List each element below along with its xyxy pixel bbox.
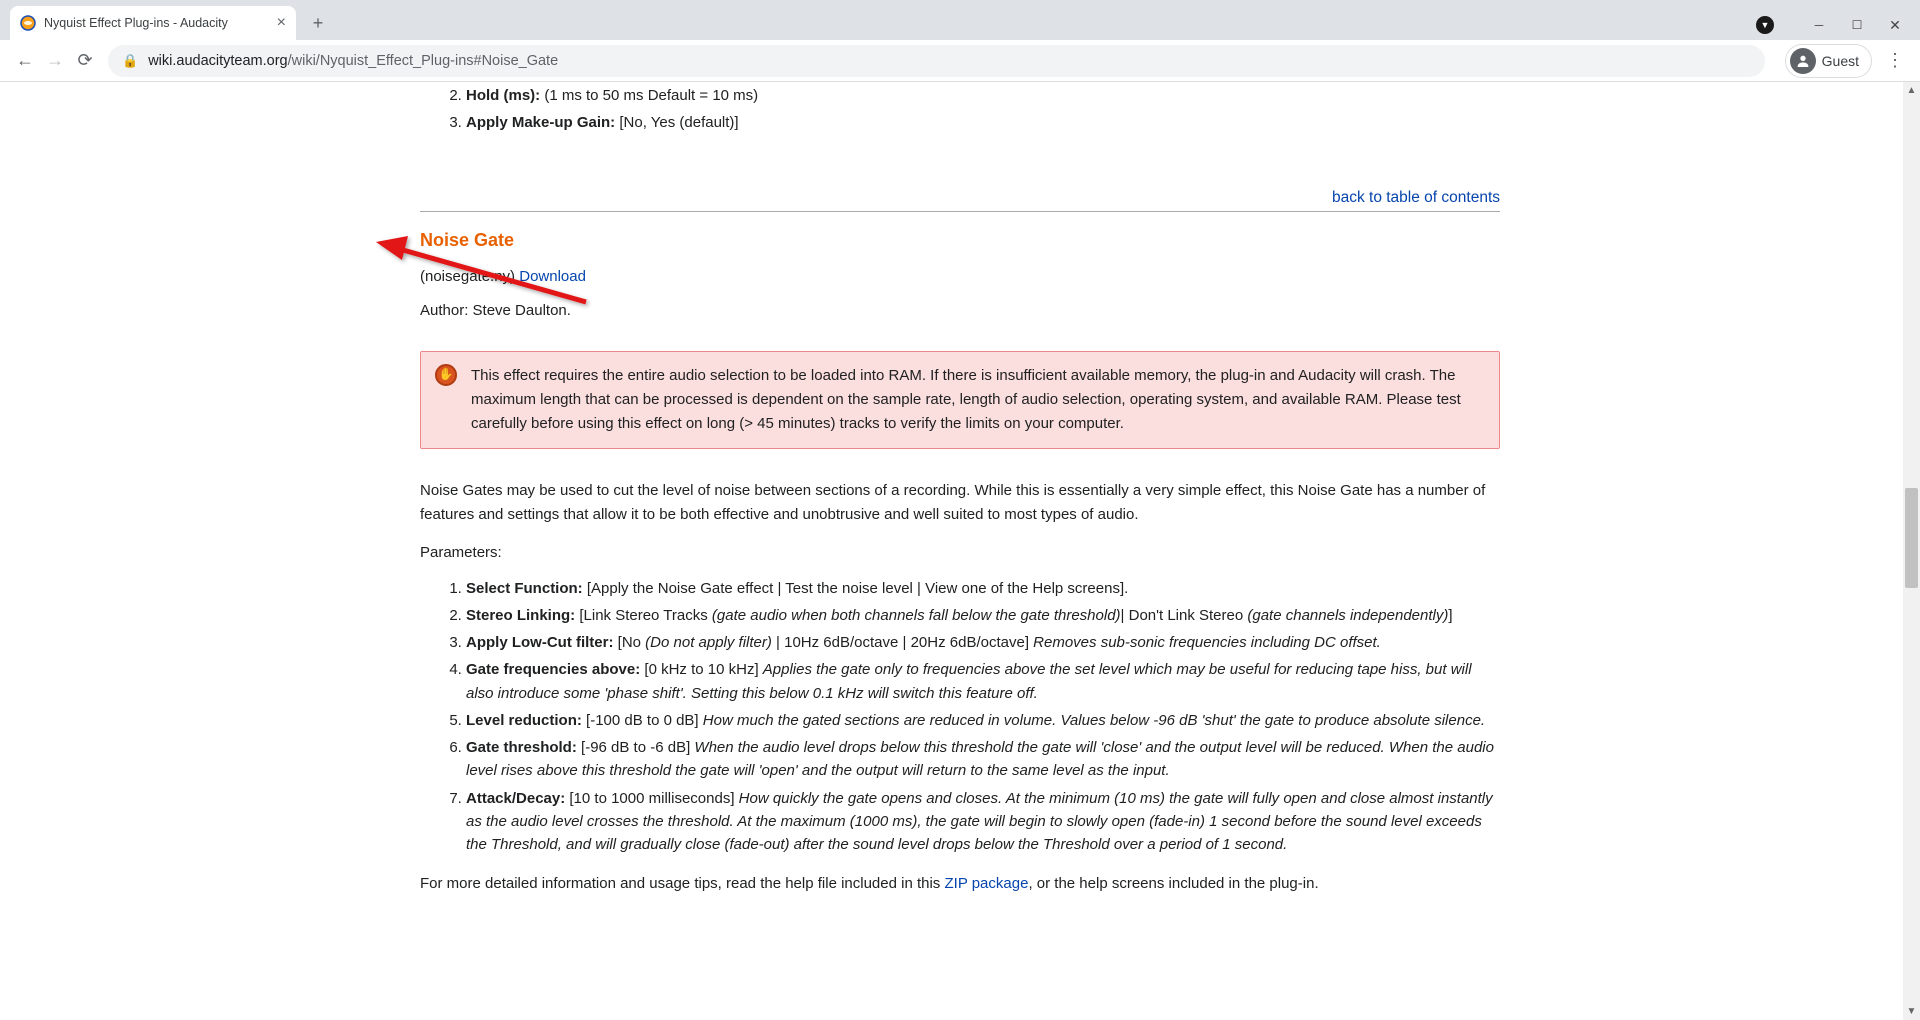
warning-text: This effect requires the entire audio se… xyxy=(471,367,1461,432)
author-line: Author: Steve Daulton. xyxy=(420,299,1500,323)
browser-tab[interactable]: Nyquist Effect Plug-ins - Audacity × xyxy=(10,6,296,40)
url-domain: wiki.audacityteam.org xyxy=(148,53,287,69)
account-indicator-icon[interactable]: ▼ xyxy=(1756,16,1774,34)
intro-paragraph: Noise Gates may be used to cut the level… xyxy=(420,479,1500,527)
browser-toolbar: ← → ⟳ 🔒 wiki.audacityteam.org/wiki/Nyqui… xyxy=(0,40,1920,82)
tab-close-icon[interactable]: × xyxy=(269,14,286,32)
scroll-down-icon[interactable]: ▼ xyxy=(1903,1003,1920,1020)
plugin-filename: (noisegate.ny) xyxy=(420,268,519,285)
list-item: Hold (ms): (1 ms to 50 ms Default = 10 m… xyxy=(466,82,1500,109)
back-to-toc-link[interactable]: back to table of contents xyxy=(420,189,1500,207)
list-item: Attack/Decay: [10 to 1000 milliseconds] … xyxy=(466,785,1500,859)
section-divider xyxy=(420,211,1500,212)
list-item: Select Function: [Apply the Noise Gate e… xyxy=(466,575,1500,602)
list-item: Gate threshold: [-96 dB to -6 dB] When t… xyxy=(466,734,1500,785)
warning-box: ✋ This effect requires the entire audio … xyxy=(420,351,1500,449)
close-window-icon[interactable]: ✕ xyxy=(1888,17,1902,34)
list-item: Apply Low-Cut filter: [No (Do not apply … xyxy=(466,629,1500,656)
avatar-icon xyxy=(1790,48,1816,74)
list-item: Gate frequencies above: [0 kHz to 10 kHz… xyxy=(466,656,1500,707)
list-item: Level reduction: [-100 dB to 0 dB] How m… xyxy=(466,707,1500,734)
profile-label: Guest xyxy=(1822,53,1859,69)
back-button[interactable]: ← xyxy=(10,50,40,71)
page-content: Hold (ms): (1 ms to 50 ms Default = 10 m… xyxy=(220,82,1700,896)
maximize-icon[interactable]: ☐ xyxy=(1850,18,1864,32)
zip-package-link[interactable]: ZIP package xyxy=(944,875,1028,892)
parameters-label: Parameters: xyxy=(420,541,1500,565)
list-item: Apply Make-up Gain: [No, Yes (default)] xyxy=(466,109,1500,136)
new-tab-button[interactable]: + xyxy=(304,9,332,37)
list-item: Stereo Linking: [Link Stereo Tracks (gat… xyxy=(466,602,1500,629)
tab-title: Nyquist Effect Plug-ins - Audacity xyxy=(44,16,269,30)
address-bar[interactable]: 🔒 wiki.audacityteam.org/wiki/Nyquist_Eff… xyxy=(108,45,1765,77)
parameters-list: Select Function: [Apply the Noise Gate e… xyxy=(466,575,1500,859)
window-controls: ▼ ─ ☐ ✕ xyxy=(1756,16,1920,40)
forward-button[interactable]: → xyxy=(40,50,70,71)
url-path: /wiki/Nyquist_Effect_Plug-ins#Noise_Gate xyxy=(288,53,559,69)
profile-chip[interactable]: Guest xyxy=(1785,44,1872,78)
download-link[interactable]: Download xyxy=(519,268,586,285)
section-heading: Noise Gate xyxy=(420,230,1500,251)
menu-button[interactable]: ⋮ xyxy=(1886,50,1904,71)
vertical-scrollbar[interactable]: ▲ ▼ xyxy=(1903,82,1920,1020)
reload-button[interactable]: ⟳ xyxy=(70,50,100,71)
footer-paragraph: For more detailed information and usage … xyxy=(420,872,1500,896)
lock-icon: 🔒 xyxy=(122,53,138,69)
warning-icon: ✋ xyxy=(435,364,457,386)
scroll-thumb[interactable] xyxy=(1905,488,1918,588)
browser-tab-strip: Nyquist Effect Plug-ins - Audacity × + ▼… xyxy=(0,0,1920,40)
page-viewport: Hold (ms): (1 ms to 50 ms Default = 10 m… xyxy=(0,82,1920,1020)
scroll-up-icon[interactable]: ▲ xyxy=(1903,82,1920,99)
download-line: (noisegate.ny) Download xyxy=(420,265,1500,289)
minimize-icon[interactable]: ─ xyxy=(1812,18,1826,32)
tab-favicon xyxy=(20,15,36,31)
prior-effect-params-list: Hold (ms): (1 ms to 50 ms Default = 10 m… xyxy=(466,82,1500,137)
